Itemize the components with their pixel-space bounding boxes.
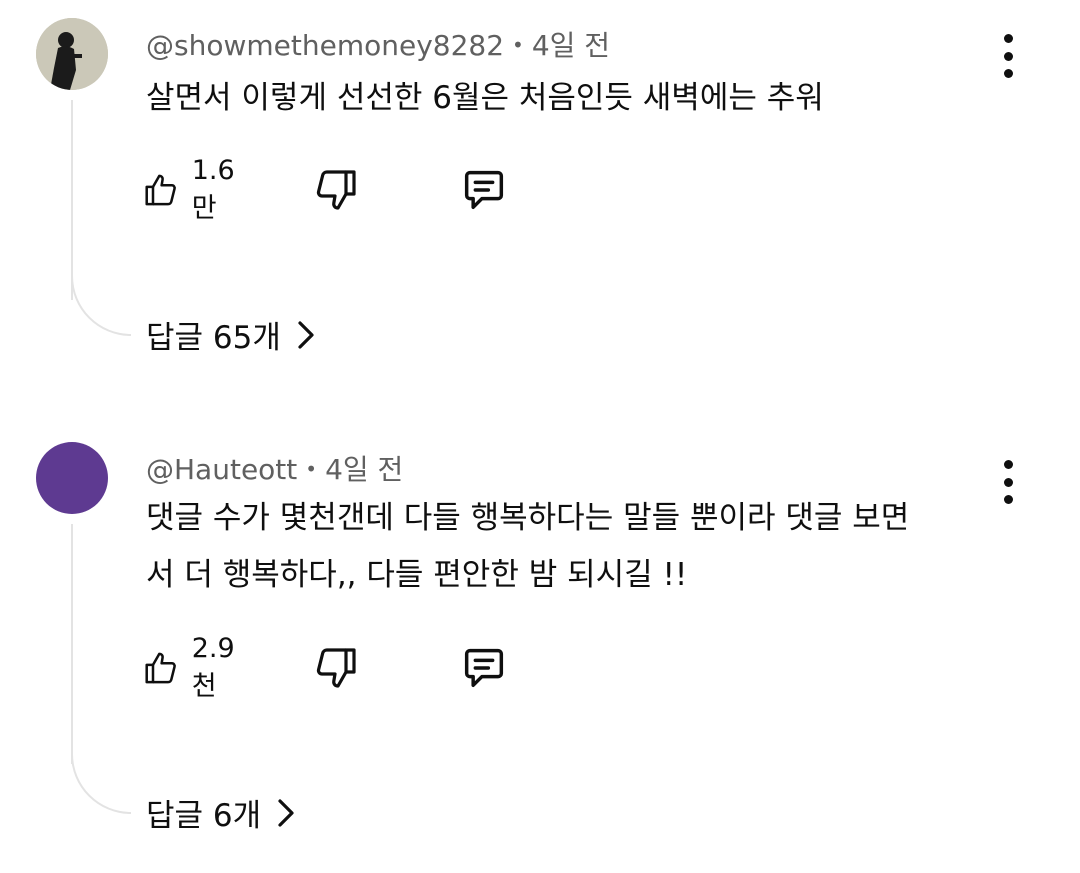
avatar[interactable]	[36, 442, 108, 514]
meta-separator: •	[512, 33, 524, 57]
dislike-button[interactable]	[312, 640, 360, 696]
comment-time: 4일 전	[325, 453, 404, 486]
like-button[interactable]: 2.9천	[142, 633, 245, 702]
avatar-image	[36, 18, 108, 90]
comment-author[interactable]: @showmethemoney8282	[146, 29, 504, 62]
more-options-button[interactable]	[990, 460, 1026, 504]
thumbs-up-icon	[145, 652, 176, 684]
chevron-right-icon	[278, 798, 294, 827]
thumbs-down-icon	[316, 648, 356, 688]
thumbs-up-icon	[145, 174, 176, 206]
comment-icon	[464, 648, 504, 688]
comment-time: 4일 전	[531, 29, 611, 62]
more-vert-icon	[1003, 34, 1013, 43]
thumbs-down-icon	[316, 170, 356, 210]
like-button[interactable]: 1.6만	[142, 155, 245, 224]
comment-icon	[464, 170, 504, 210]
reply-button[interactable]	[458, 640, 510, 696]
like-count: 2.9천	[191, 633, 235, 702]
view-replies-button[interactable]: 답글 6개	[146, 790, 297, 835]
more-vert-icon	[1003, 460, 1013, 469]
comment-author[interactable]: @Hauteott	[146, 453, 297, 486]
comment-text: 살면서 이렇게 선선한 6월은 처음인듯 새벽에는 추워	[146, 80, 824, 116]
reply-button[interactable]	[458, 162, 510, 218]
avatar[interactable]	[36, 18, 108, 90]
dislike-button[interactable]	[312, 162, 360, 218]
thread-curve	[71, 754, 131, 814]
replies-label: 답글 65개	[146, 320, 281, 356]
meta-separator: •	[305, 457, 318, 481]
thread-line	[71, 524, 73, 764]
comment-1: @showmethemoney8282 • 4일 전 살면서 이렇게 선선한 6월은…	[0, 18, 1080, 378]
view-replies-button[interactable]: 답글 65개	[146, 312, 317, 357]
comment-2: @Hauteott • 4일 전 댓글 수가 몇천갠데 다들 행복하다는 말들 뿐이…	[0, 442, 1080, 862]
thread-curve	[71, 276, 131, 336]
like-count: 1.6만	[191, 155, 235, 224]
comment-meta: @showmethemoney8282 • 4일 전	[146, 24, 610, 64]
chevron-right-icon	[298, 320, 314, 349]
thread-line	[71, 100, 73, 300]
comment-meta: @Hauteott • 4일 전	[146, 448, 403, 488]
replies-label: 답글 6개	[146, 798, 262, 834]
comment-text: 댓글 수가 몇천갠데 다들 행복하다는 말들 뿐이라 댓글 보면서 더 행복하다…	[146, 500, 910, 593]
more-options-button[interactable]	[990, 34, 1026, 78]
